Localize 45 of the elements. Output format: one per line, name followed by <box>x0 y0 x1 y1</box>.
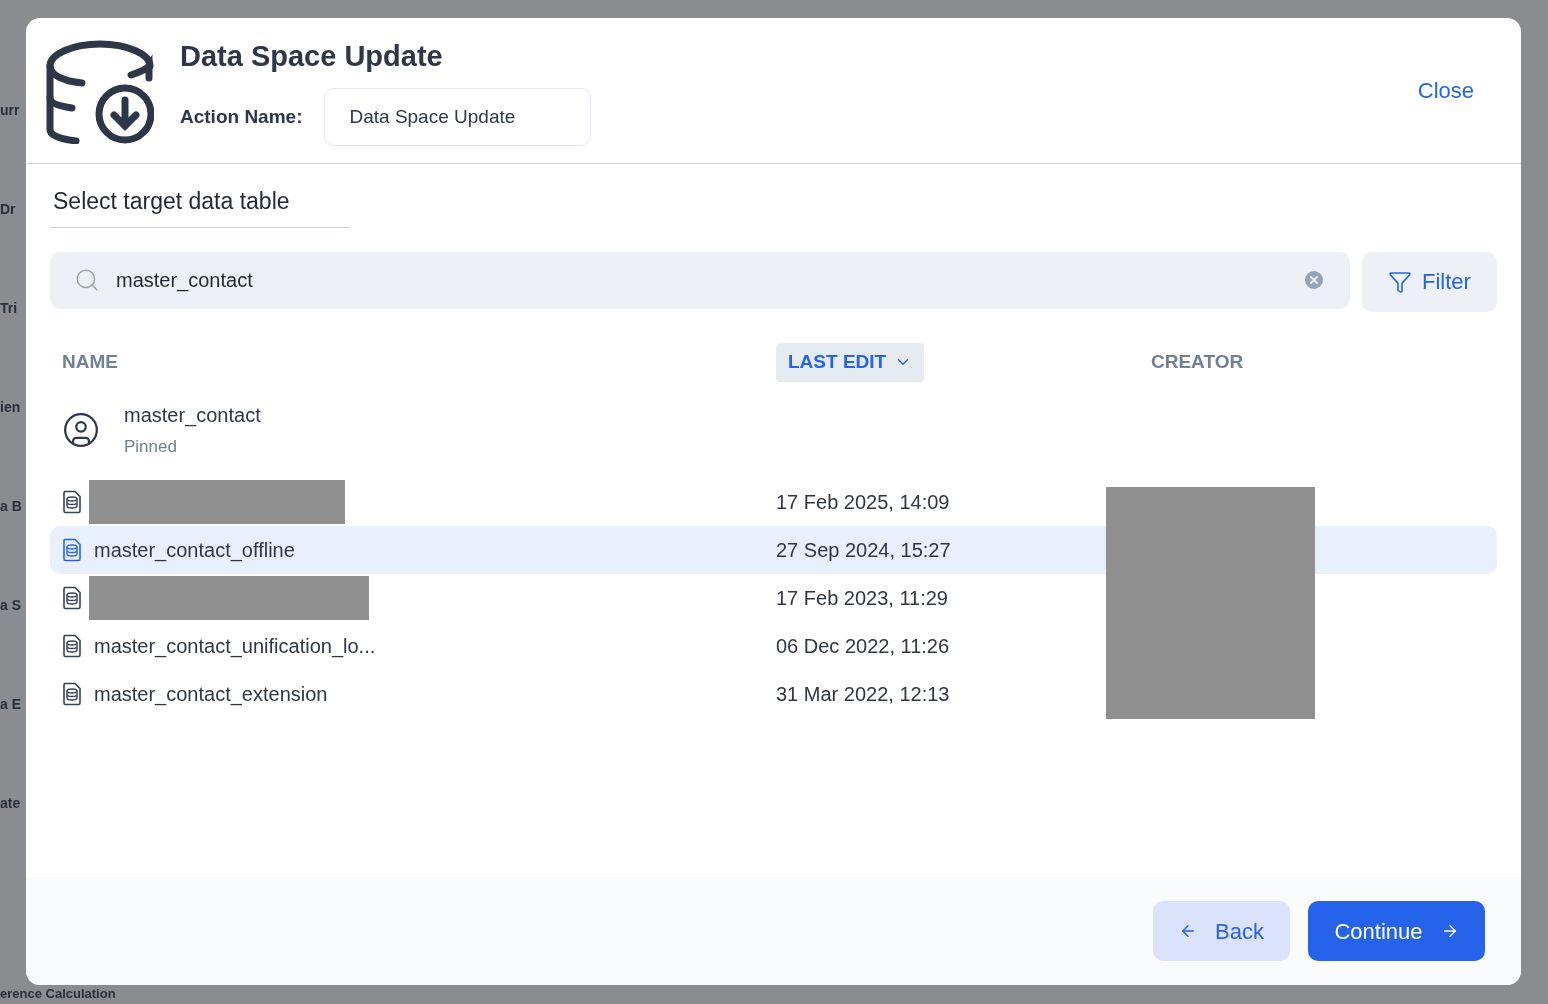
last-edit-date: 06 Dec 2022, 11:26 <box>776 633 951 659</box>
pinned-table-name[interactable]: master_contact <box>124 399 261 430</box>
background-text: Tri <box>0 299 18 318</box>
action-name-label: Action Name: <box>180 105 303 129</box>
column-header[interactable]: CREATOR <box>1151 342 1244 382</box>
clear-icon[interactable] <box>1302 268 1326 292</box>
table-name: master_contact_offline <box>94 537 295 564</box>
background-text: a S <box>0 596 21 615</box>
background-text: a E <box>0 695 21 714</box>
column-header[interactable]: NAME <box>62 342 118 382</box>
section-title: Select target data table <box>50 184 350 228</box>
continue-button[interactable]: Continue <box>1308 901 1485 961</box>
background-text: Dr <box>0 200 16 219</box>
background-text: erence Calculation <box>0 984 116 1003</box>
back-button[interactable]: Back <box>1153 901 1290 961</box>
background-text: ate <box>0 794 21 813</box>
data-table-icon <box>62 489 82 514</box>
search-bar[interactable]: master_contact <box>50 251 1350 309</box>
filter-icon <box>1388 269 1413 294</box>
background-text: a B <box>0 497 22 516</box>
background-text: urr <box>0 101 20 120</box>
pinned-label: Pinned <box>124 435 178 458</box>
table-row[interactable]: 17 Feb 2025, 14:09 <box>50 477 1497 526</box>
dialog-title: Data Space Update <box>180 38 444 74</box>
search-field[interactable]: master_contact <box>116 265 1286 295</box>
last-edit-date: 17 Feb 2025, 14:09 <box>776 489 951 515</box>
table-row[interactable]: 17 Feb 2023, 11:29 <box>50 573 1497 622</box>
data-table-icon <box>62 633 82 658</box>
table-row[interactable]: master_contact_extension 31 Mar 2022, 12:13 <box>50 669 1497 718</box>
close-button[interactable]: Close <box>1417 74 1474 107</box>
user-icon <box>62 410 100 449</box>
background-text: ien <box>0 398 21 417</box>
last-edit-date: 31 Mar 2022, 12:13 <box>776 681 951 707</box>
filter-button[interactable]: Filter <box>1362 251 1497 312</box>
table-row[interactable]: master_contact_unification_lo... 06 Dec 2022, 11:26 <box>50 621 1497 670</box>
data-table-icon <box>62 537 82 562</box>
table-name: master_contact_unification_lo... <box>94 633 376 660</box>
data-table-icon <box>62 681 82 706</box>
last-edit-date: 27 Sep 2024, 15:27 <box>776 537 952 563</box>
search-icon <box>74 267 100 293</box>
action-name-field[interactable]: Data Space Update <box>324 88 592 147</box>
last-edit-date: 17 Feb 2023, 11:29 <box>776 585 949 611</box>
data-table-icon <box>62 585 82 610</box>
column-header[interactable]: LAST EDIT <box>776 342 925 382</box>
table-name: master_contact_extension <box>94 681 328 708</box>
